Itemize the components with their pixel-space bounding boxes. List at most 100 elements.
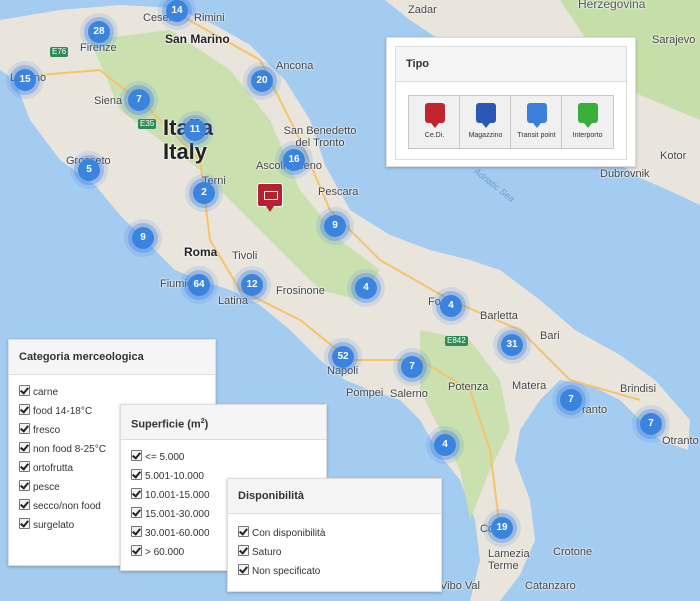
cluster-marker[interactable]: 12 (241, 274, 263, 296)
option-label: carne (33, 387, 59, 398)
place-label: ranto (582, 404, 608, 416)
road-shield: E35 (138, 119, 157, 129)
place-label: Rimini (194, 12, 225, 24)
checkbox[interactable] (131, 526, 142, 537)
warehouse-marker[interactable] (257, 183, 283, 212)
filter-option[interactable]: carne (19, 383, 205, 402)
filter-option[interactable]: <= 5.000 (131, 448, 316, 467)
cluster-marker[interactable]: 7 (560, 389, 582, 411)
filter-option[interactable]: Con disponibilità (238, 524, 431, 543)
tipo-button-label: Interporto (572, 132, 603, 139)
option-label: 15.001-30.000 (145, 509, 210, 520)
place-label: Pescara (318, 186, 359, 198)
option-label: non food 8-25°C (33, 444, 106, 455)
filter-option[interactable]: Non specificato (238, 562, 431, 581)
tipo-panel: Tipo Ce.Di. Magazzino Transit point Inte… (386, 37, 636, 167)
disponibilita-panel: Disponibilità Con disponibilità Saturo N… (227, 478, 442, 592)
cluster-marker[interactable]: 7 (128, 89, 150, 111)
checkbox[interactable] (19, 518, 30, 529)
place-label: Otranto (662, 435, 699, 447)
place-label: Herzegovina (578, 0, 646, 11)
road-shield: E76 (50, 47, 69, 57)
option-label: pesce (33, 482, 60, 493)
disponibilita-title: Disponibilità (228, 479, 441, 514)
tipo-button-magazzino[interactable]: Magazzino (459, 95, 512, 149)
option-label: 30.001-60.000 (145, 528, 210, 539)
title-text-end: ) (204, 418, 209, 431)
place-label: Bari (540, 330, 560, 342)
place-label: Pompei (346, 387, 384, 399)
cluster-marker[interactable]: 9 (324, 215, 346, 237)
checkbox[interactable] (19, 480, 30, 491)
place-label: Kotor (660, 150, 687, 162)
cluster-marker[interactable]: 19 (491, 517, 513, 539)
place-label: Dubrovnik (600, 168, 650, 180)
checkbox[interactable] (19, 461, 30, 472)
place-label: Catanzaro (525, 580, 576, 592)
cluster-marker[interactable]: 31 (501, 334, 523, 356)
cluster-marker[interactable]: 64 (188, 274, 210, 296)
cluster-marker[interactable]: 7 (640, 413, 662, 435)
option-label: 10.001-15.000 (145, 490, 210, 501)
tipo-button-transit-point[interactable]: Transit point (510, 95, 563, 149)
checkbox[interactable] (131, 469, 142, 480)
checkbox[interactable] (238, 564, 249, 575)
tipo-button-interporto[interactable]: Interporto (561, 95, 614, 149)
cluster-marker[interactable]: 14 (166, 0, 188, 22)
tipo-button-group: Ce.Di. Magazzino Transit point Interport… (408, 95, 614, 149)
categoria-title: Categoria merceologica (9, 340, 215, 375)
option-label: secco/non food (33, 501, 101, 512)
checkbox[interactable] (131, 507, 142, 518)
place-label: Latina (218, 295, 248, 307)
cluster-marker[interactable]: 52 (332, 346, 354, 368)
place-label: Crotone (553, 546, 593, 558)
place-label: San Benedetto del Tronto (283, 125, 357, 149)
cluster-marker[interactable]: 9 (132, 227, 154, 249)
cluster-marker[interactable]: 2 (193, 182, 215, 204)
option-label: food 14-18°C (33, 406, 93, 417)
road-shield: E842 (445, 336, 468, 346)
train-icon (577, 103, 598, 128)
checkbox[interactable] (19, 404, 30, 415)
place-label: Firenze (80, 42, 117, 54)
place-label: Fo (428, 296, 441, 308)
arrows-icon (526, 103, 547, 128)
checkbox[interactable] (238, 526, 249, 537)
checkbox[interactable] (131, 450, 142, 461)
cluster-marker[interactable]: 28 (88, 21, 110, 43)
checkbox[interactable] (131, 545, 142, 556)
warehouse-icon (264, 191, 278, 200)
checkbox[interactable] (238, 545, 249, 556)
place-label: San Marino (165, 32, 230, 46)
cluster-marker[interactable]: 20 (251, 70, 273, 92)
option-label: <= 5.000 (145, 452, 185, 463)
place-label: Frosinone (276, 285, 325, 297)
place-label: Sarajevo (652, 34, 696, 46)
cluster-marker[interactable]: 16 (283, 149, 305, 171)
place-label: Potenza (448, 381, 489, 393)
cluster-marker[interactable]: 15 (14, 69, 36, 91)
cluster-marker[interactable]: 4 (355, 277, 377, 299)
place-label: Lamezia Terme (488, 548, 530, 572)
place-label: Barletta (480, 310, 518, 322)
warehouse-icon (475, 103, 496, 128)
cluster-marker[interactable]: 7 (401, 356, 423, 378)
place-label: Matera (512, 380, 547, 392)
place-label: Siena (94, 95, 123, 107)
cluster-marker[interactable]: 5 (78, 159, 100, 181)
checkbox[interactable] (19, 385, 30, 396)
checkbox[interactable] (19, 442, 30, 453)
tipo-button-label: Magazzino (468, 132, 503, 139)
checkbox[interactable] (19, 423, 30, 434)
checkbox[interactable] (19, 499, 30, 510)
place-label: Zadar (408, 4, 437, 16)
cluster-marker[interactable]: 4 (440, 295, 462, 317)
place-label: Roma (184, 245, 218, 259)
tipo-button-cedi[interactable]: Ce.Di. (408, 95, 461, 149)
option-label: ortofrutta (33, 463, 74, 474)
option-label: Saturo (252, 547, 282, 558)
checkbox[interactable] (131, 488, 142, 499)
cluster-marker[interactable]: 11 (184, 119, 206, 141)
filter-option[interactable]: Saturo (238, 543, 431, 562)
cluster-marker[interactable]: 4 (434, 434, 456, 456)
